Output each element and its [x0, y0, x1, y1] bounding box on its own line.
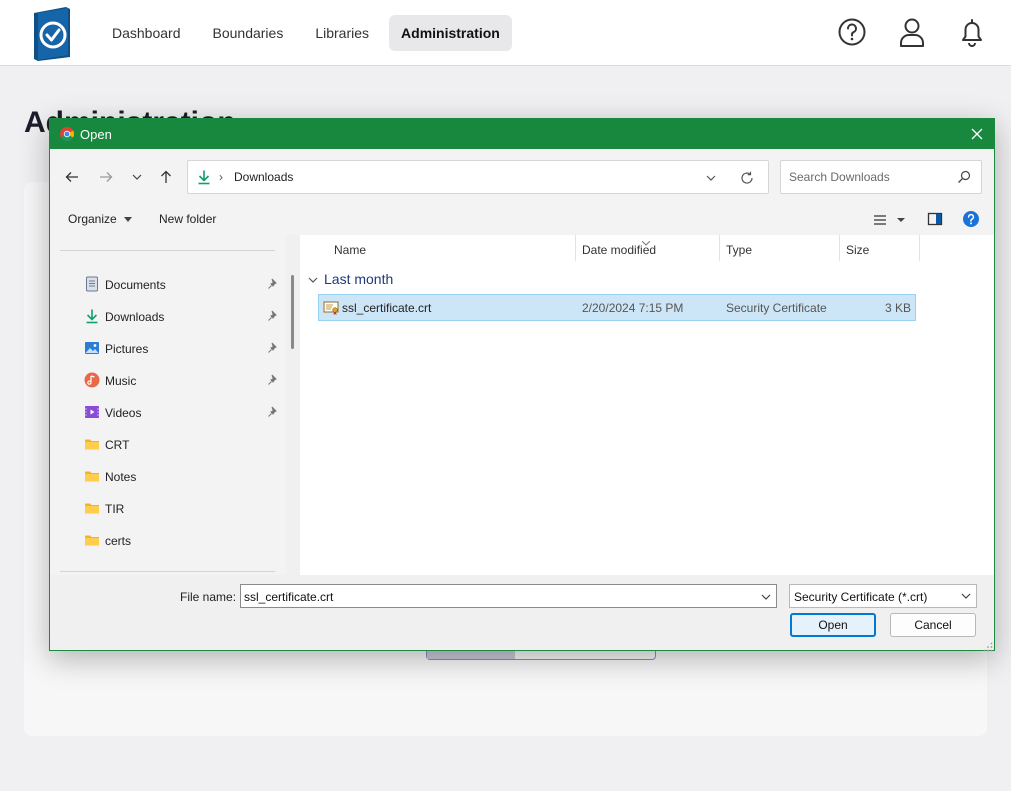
- sidebar-item-crt[interactable]: CRT: [84, 433, 284, 457]
- sidebar-item-notes[interactable]: Notes: [84, 465, 284, 489]
- organize-label: Organize: [68, 212, 117, 226]
- dialog-footer: File name: Security Certificate (*.crt) …: [50, 575, 994, 652]
- file-type-value: Security Certificate (*.crt): [794, 590, 928, 604]
- sidebar-item-documents[interactable]: Documents: [84, 273, 284, 297]
- column-header-size[interactable]: Size: [840, 235, 920, 261]
- help-circle-icon[interactable]: [962, 210, 980, 228]
- header-actions: [837, 16, 987, 48]
- back-arrow-icon[interactable]: [62, 167, 82, 187]
- pin-icon[interactable]: [267, 310, 279, 322]
- navigation-pane: Documents Downloads Pictures Music Video…: [50, 235, 300, 575]
- dialog-navbar: › Downloads: [50, 149, 994, 205]
- file-type: Security Certificate: [726, 301, 827, 315]
- download-arrow-icon: [196, 169, 212, 185]
- sidebar-item-label: certs: [105, 534, 132, 548]
- user-icon[interactable]: [897, 16, 927, 48]
- chevron-down-icon: [960, 590, 972, 602]
- file-name-input[interactable]: [244, 589, 744, 605]
- search-box[interactable]: [780, 160, 982, 194]
- pin-icon[interactable]: [267, 342, 279, 354]
- close-icon[interactable]: [966, 123, 988, 145]
- group-header-last-month[interactable]: Last month: [308, 271, 393, 287]
- sidebar-item-music[interactable]: Music: [84, 369, 284, 393]
- column-header-type[interactable]: Type: [720, 235, 840, 261]
- breadcrumb-separator: ›: [219, 170, 223, 184]
- certificate-icon: [323, 300, 339, 316]
- nav-administration[interactable]: Administration: [389, 15, 512, 51]
- main-nav: Dashboard Boundaries Libraries Administr…: [100, 15, 512, 51]
- file-name-label: File name:: [180, 590, 237, 604]
- pictures-icon: [84, 340, 100, 356]
- file-size: 3 KB: [884, 301, 911, 315]
- chevron-down-icon: [308, 277, 318, 283]
- chrome-icon: [60, 127, 74, 141]
- dialog-titlebar[interactable]: Open: [50, 119, 994, 149]
- navigation-pane-scrollbar[interactable]: [286, 235, 300, 575]
- sidebar-item-label: TIR: [105, 502, 125, 516]
- documents-icon: [84, 276, 100, 292]
- dialog-toolbar: Organize New folder: [50, 205, 994, 235]
- app-header: Dashboard Boundaries Libraries Administr…: [0, 0, 1011, 66]
- file-type-select[interactable]: Security Certificate (*.crt): [789, 584, 977, 608]
- pin-icon[interactable]: [267, 406, 279, 418]
- forward-arrow-icon[interactable]: [96, 167, 116, 187]
- nav-dashboard[interactable]: Dashboard: [100, 15, 193, 51]
- sidebar-item-label: Notes: [105, 470, 137, 484]
- address-bar[interactable]: › Downloads: [187, 160, 769, 194]
- search-input[interactable]: [789, 168, 949, 186]
- sidebar-item-label: Downloads: [105, 310, 165, 324]
- nav-boundaries[interactable]: Boundaries: [201, 15, 296, 51]
- sidebar-item-label: Documents: [105, 278, 166, 292]
- folder-icon: [84, 468, 100, 484]
- address-dropdown-chevron-icon[interactable]: [704, 171, 718, 185]
- search-icon[interactable]: [957, 170, 971, 184]
- cancel-button[interactable]: Cancel: [890, 613, 976, 637]
- sidebar-item-pictures[interactable]: Pictures: [84, 337, 284, 361]
- pin-icon[interactable]: [267, 374, 279, 386]
- file-row[interactable]: ssl_certificate.crt 2/20/2024 7:15 PM Se…: [318, 294, 916, 321]
- view-options-button[interactable]: [872, 211, 908, 229]
- folder-icon: [84, 500, 100, 516]
- videos-icon: [84, 404, 100, 420]
- preview-pane-icon[interactable]: [927, 211, 943, 227]
- recent-locations-chevron-icon[interactable]: [127, 167, 147, 187]
- sidebar-item-label: Music: [105, 374, 137, 388]
- chevron-down-icon[interactable]: [760, 590, 772, 602]
- dialog-title: Open: [80, 127, 112, 142]
- sidebar-item-label: Pictures: [105, 342, 149, 356]
- column-header-name[interactable]: Name: [328, 235, 576, 261]
- bell-icon[interactable]: [957, 16, 987, 48]
- file-name-combobox[interactable]: [240, 584, 777, 608]
- scrollbar-thumb[interactable]: [291, 275, 294, 349]
- resize-grip-icon[interactable]: [983, 639, 993, 652]
- sidebar-item-tir[interactable]: TIR: [84, 497, 284, 521]
- folder-icon: [84, 532, 100, 548]
- sidebar-item-videos[interactable]: Videos: [84, 401, 284, 425]
- refresh-icon[interactable]: [739, 170, 755, 186]
- nav-libraries[interactable]: Libraries: [303, 15, 381, 51]
- sidebar-item-downloads[interactable]: Downloads: [84, 305, 284, 329]
- sidebar-item-certs[interactable]: certs: [84, 529, 284, 553]
- sidebar-item-label: CRT: [105, 438, 130, 452]
- column-header-date[interactable]: Date modified: [576, 235, 720, 261]
- file-date: 2/20/2024 7:15 PM: [582, 301, 684, 315]
- chevron-down-icon: [124, 216, 133, 222]
- up-arrow-icon[interactable]: [156, 167, 176, 187]
- breadcrumb-downloads[interactable]: Downloads: [234, 170, 293, 184]
- open-file-dialog: Open › Downloads Search Downloads Organi…: [49, 118, 995, 652]
- pin-icon[interactable]: [267, 278, 279, 290]
- open-button[interactable]: Open: [790, 613, 876, 637]
- downloads-icon: [84, 308, 100, 324]
- sidebar-item-label: Videos: [105, 406, 142, 420]
- music-icon: [84, 372, 100, 388]
- help-icon[interactable]: [837, 16, 867, 48]
- file-name: ssl_certificate.crt: [342, 301, 432, 315]
- app-logo-icon[interactable]: [30, 5, 74, 61]
- organize-button[interactable]: Organize: [68, 212, 133, 226]
- folder-icon: [84, 436, 100, 452]
- file-list: Name Date modified Type Size Last month …: [300, 235, 994, 575]
- new-folder-button[interactable]: New folder: [159, 212, 216, 226]
